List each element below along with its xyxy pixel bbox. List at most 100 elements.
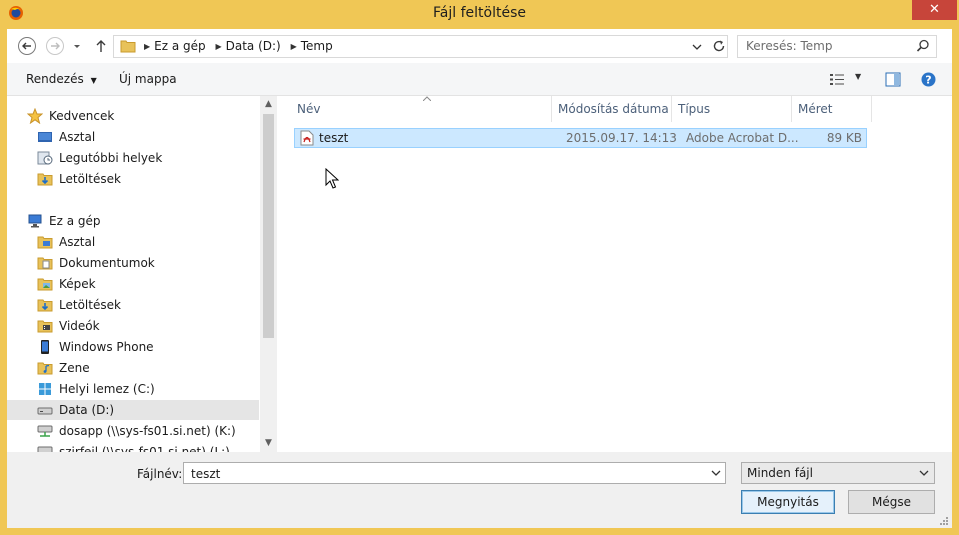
search-box[interactable] [737,35,937,58]
dialog-client-area: ▶Ez a gép ▶Data (D:) ▶Temp Rendezés ▼ [7,29,952,528]
phone-icon [41,340,49,354]
file-name: teszt [319,131,349,145]
folder-icon [120,40,136,53]
navigation-pane: Kedvencek Asztal Legutóbbi helyek Letölt… [7,96,260,452]
new-folder-button[interactable]: Új mappa [119,72,177,86]
nav-label: Dokumentumok [59,256,155,270]
nav-item-local-disk-c[interactable]: Helyi lemez (C:) [7,379,259,399]
scroll-thumb[interactable] [263,114,274,338]
network-drive-icon [37,446,53,452]
title-bar: Fájl feltöltése ✕ [0,0,959,28]
nav-item-downloads[interactable]: Letöltések [7,295,259,315]
organize-button[interactable]: Rendezés ▼ [26,72,97,86]
pdf-icon [300,130,314,146]
nav-label: Legutóbbi helyek [59,151,163,165]
star-icon [27,108,43,124]
nav-item-windows-phone[interactable]: Windows Phone [7,337,259,357]
breadcrumb-item[interactable]: Data (D:) [226,39,281,53]
breadcrumb-separator-icon: ▶ [290,42,297,51]
downloads-folder-icon [37,299,53,312]
music-folder-icon [37,362,53,375]
nav-item-videos[interactable]: Videók [7,316,259,336]
column-header-size[interactable]: Méret [792,96,872,122]
chevron-down-icon[interactable] [711,468,721,478]
breadcrumb: ▶ Ez a gép ▶ Data (D:) ▶ Temp [142,39,337,53]
nav-item-pictures[interactable]: Képek [7,274,259,294]
back-button[interactable] [17,36,37,56]
chevron-down-icon[interactable] [691,41,703,53]
windows-drive-icon [39,383,51,395]
refresh-icon[interactable] [711,38,727,54]
nav-label: Zene [59,361,90,375]
scroll-down-icon[interactable]: ▼ [260,435,277,452]
preview-pane-icon[interactable] [885,72,901,87]
up-arrow-icon[interactable] [93,36,109,56]
filename-combobox[interactable] [183,462,726,484]
file-list-pane: Név Módosítás dátuma Típus Méret teszt 2… [278,96,952,452]
pictures-folder-icon [37,278,53,291]
breadcrumb-item[interactable]: Ez a gép [154,39,205,53]
nav-item-documents[interactable]: Dokumentumok [7,253,259,273]
address-box[interactable]: ▶ Ez a gép ▶ Data (D:) ▶ Temp [113,35,728,58]
address-bar-row: ▶ Ez a gép ▶ Data (D:) ▶ Temp [7,29,952,63]
drive-icon [37,407,53,415]
breadcrumb-separator-icon: ▶ [215,42,222,51]
column-header-name[interactable]: Név [291,96,552,122]
nav-label: Data (D:) [59,403,115,417]
nav-label: Asztal [59,130,96,144]
nav-item-network-drive-l[interactable]: szirfeil (\\sys-fs01.si.net) (L:) [7,442,259,452]
nav-item-asztal-favorite[interactable]: Asztal [7,127,259,147]
view-options-icon[interactable] [829,73,845,86]
cancel-button[interactable]: Mégse [848,490,935,514]
recent-locations-chevron-icon[interactable] [71,36,83,56]
nav-item-downloads-favorite[interactable]: Letöltések [7,169,259,189]
nav-item-desktop[interactable]: Asztal [7,232,259,252]
svg-text:?: ? [925,74,931,87]
filename-label: Fájlnév: [137,467,183,481]
filter-value: Minden fájl [747,466,813,480]
command-bar: Rendezés ▼ Új mappa ▼ ? [7,63,952,96]
file-type-filter[interactable]: Minden fájl [741,462,935,484]
window-title: Fájl feltöltése [433,5,526,21]
nav-item-music[interactable]: Zene [7,358,259,378]
filename-input[interactable] [189,466,693,482]
nav-favorites[interactable]: Kedvencek [7,106,259,126]
resize-grip-icon[interactable] [939,516,949,526]
organize-label: Rendezés [26,72,84,86]
nav-label: Helyi lemez (C:) [59,382,155,396]
help-icon[interactable]: ? [921,72,936,87]
navigation-scrollbar[interactable]: ▲ ▼ [260,96,277,452]
nav-label: szirfeil (\\sys-fs01.si.net) (L:) [59,445,230,452]
forward-button[interactable] [45,36,65,56]
nav-label: Képek [59,277,96,291]
close-button[interactable]: ✕ [912,0,957,20]
scroll-up-icon[interactable]: ▲ [260,96,277,113]
desktop-icon [38,132,52,142]
nav-item-data-d[interactable]: Data (D:) [7,400,259,420]
breadcrumb-separator-icon: ▶ [144,42,151,51]
chevron-down-icon: ▼ [90,76,97,85]
column-header-type[interactable]: Típus [672,96,792,122]
nav-label: Letöltések [59,298,121,312]
open-button[interactable]: Megnyitás [741,490,835,514]
recent-places-icon [37,151,53,165]
dialog-footer: Fájlnév: Minden fájl Megnyitás Mégse [7,452,952,528]
column-header-modified[interactable]: Módosítás dátuma [552,96,672,122]
documents-folder-icon [37,257,53,270]
search-input[interactable] [744,38,908,54]
nav-item-network-drive-k[interactable]: dosapp (\\sys-fs01.si.net) (K:) [7,421,259,441]
nav-label: Windows Phone [59,340,154,354]
nav-this-pc[interactable]: Ez a gép [7,211,259,231]
computer-icon [28,214,42,228]
file-size: 89 KB [826,131,862,145]
chevron-down-icon[interactable] [919,468,929,478]
file-row[interactable]: teszt 2015.09.17. 14:13 Adobe Acrobat D.… [294,128,867,148]
desktop-folder-icon [37,236,53,249]
nav-item-recent-places[interactable]: Legutóbbi helyek [7,148,259,168]
chevron-down-icon[interactable]: ▼ [855,72,861,81]
breadcrumb-item[interactable]: Temp [301,39,333,53]
nav-label: Asztal [59,235,96,249]
search-icon[interactable] [916,39,930,53]
nav-label: Ez a gép [49,214,101,228]
network-drive-icon [37,425,53,437]
